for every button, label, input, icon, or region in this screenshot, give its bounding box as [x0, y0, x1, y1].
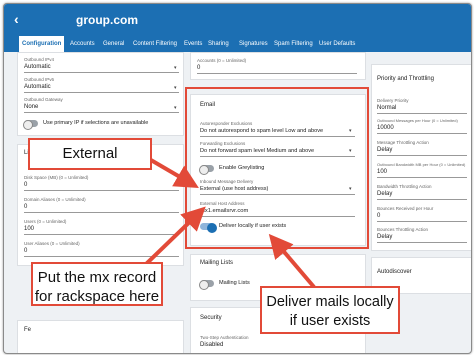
deliver-locally-callout: Deliver mails locally if user exists	[260, 286, 400, 334]
external-callout: External	[28, 138, 152, 170]
arrow-to-deliver-locally	[268, 233, 316, 289]
mx-record-callout: Put the mx record for rackspace here	[31, 262, 163, 306]
arrow-to-external-host	[142, 206, 206, 268]
app-window: ‹ group.com Configuration Accounts Gener…	[3, 3, 472, 354]
